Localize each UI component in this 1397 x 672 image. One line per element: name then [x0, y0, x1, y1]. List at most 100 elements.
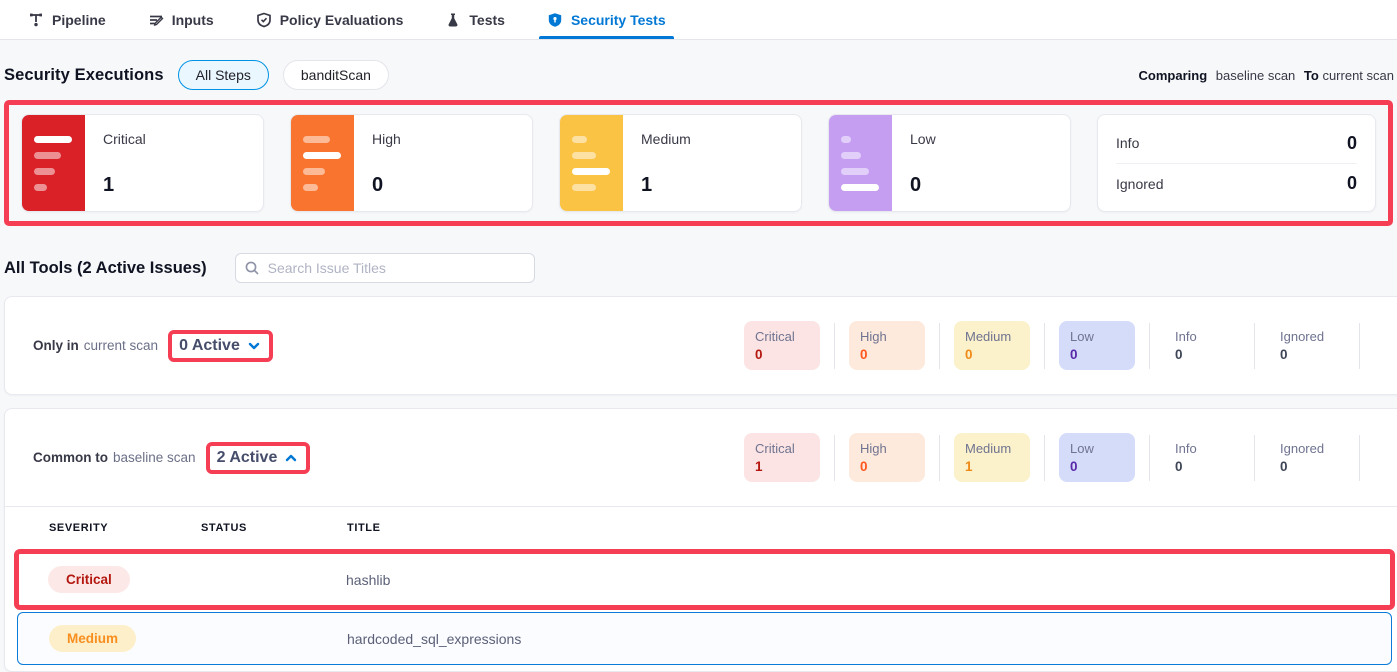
severity-critical-icon [22, 115, 85, 211]
issue-row-selected-outline: Medium hardcoded_sql_expressions [17, 612, 1392, 665]
inputs-icon [148, 12, 164, 28]
active-count-dropdown[interactable]: 0 Active [179, 337, 240, 355]
info-value: 0 [1347, 133, 1357, 154]
card-value: 0 [910, 174, 1052, 197]
tab-label: Inputs [172, 12, 214, 28]
card-value: 1 [641, 174, 783, 197]
chip-divider [1149, 323, 1150, 369]
tab-tests[interactable]: Tests [443, 0, 507, 39]
col-title: TITLE [347, 522, 1384, 534]
chip-divider [1359, 323, 1360, 369]
summary-card-high[interactable]: High 0 [290, 114, 533, 212]
flask-icon [445, 12, 461, 28]
tools-row: All Tools (2 Active Issues) [4, 253, 1393, 283]
chip-divider [1149, 435, 1150, 481]
chip-divider [834, 435, 835, 481]
comparing-prefix: Comparing [1139, 68, 1208, 83]
info-label: Info [1116, 135, 1139, 151]
section-only-in-current-scan: Only in current scan 0 Active Critical 0… [4, 296, 1397, 395]
info-row: Info 0 [1116, 123, 1357, 163]
tab-inputs[interactable]: Inputs [146, 0, 216, 39]
chip-divider [939, 323, 940, 369]
card-value: 0 [372, 174, 514, 197]
annotation-active-dropdown-2: 2 Active [206, 442, 311, 474]
summary-card-info-ignored[interactable]: Info 0 Ignored 0 [1097, 114, 1376, 212]
chip-medium: Medium 0 [954, 321, 1030, 370]
severity-badge: Critical [48, 566, 130, 593]
section-head: Common to baseline scan 2 Active Critica… [5, 409, 1397, 506]
scope-bold: Common to [33, 450, 108, 465]
chip-critical: Critical 1 [744, 433, 820, 482]
chevron-up-icon[interactable] [284, 451, 298, 465]
chip-low: Low 0 [1059, 321, 1135, 370]
pipeline-icon [28, 12, 44, 28]
issue-title: hardcoded_sql_expressions [347, 631, 1391, 647]
chip-medium: Medium 1 [954, 433, 1030, 482]
comparing-to: To [1304, 68, 1319, 83]
scope-bold: Only in [33, 338, 79, 353]
active-count-dropdown[interactable]: 2 Active [217, 449, 278, 467]
section-head: Only in current scan 0 Active Critical 0… [5, 297, 1397, 394]
chip-divider [1044, 435, 1045, 481]
chip-critical: Critical 0 [744, 321, 820, 370]
summary-card-low[interactable]: Low 0 [828, 114, 1071, 212]
chip-divider [1254, 323, 1255, 369]
ignored-value: 0 [1347, 173, 1357, 194]
ignored-label: Ignored [1116, 176, 1163, 192]
scope-rest: baseline scan [113, 450, 196, 465]
security-shield-icon [547, 12, 563, 28]
page-title: Security Executions [4, 66, 164, 85]
chip-divider [1254, 435, 1255, 481]
all-tools-heading: All Tools (2 Active Issues) [4, 259, 207, 278]
col-severity: SEVERITY [49, 522, 201, 534]
chip-divider [1044, 323, 1045, 369]
ignored-row: Ignored 0 [1116, 163, 1357, 203]
severity-low-icon [829, 115, 892, 211]
card-label: High [372, 131, 514, 147]
comparing-text: Comparing baseline scan To current scan [1139, 68, 1397, 83]
issues-table-header: SEVERITY STATUS TITLE [5, 507, 1397, 546]
chip-divider [1359, 435, 1360, 481]
annotation-issue-row-hashlib: Critical hashlib [14, 549, 1395, 610]
card-label: Low [910, 131, 1052, 147]
tab-label: Pipeline [52, 12, 106, 28]
chip-info: Info 0 [1164, 433, 1240, 482]
chip-divider [834, 323, 835, 369]
annotation-summary-cards: Critical 1 High 0 Medium 1 [4, 100, 1393, 226]
chip-info: Info 0 [1164, 321, 1240, 370]
policy-shield-check-icon [256, 12, 272, 28]
issue-row-hashlib[interactable]: Critical hashlib [19, 554, 1390, 605]
chip-ignored: Ignored 0 [1269, 433, 1345, 482]
comparing-baseline[interactable]: baseline scan [1216, 68, 1296, 83]
tab-label: Policy Evaluations [280, 12, 404, 28]
summary-cards-row: Critical 1 High 0 Medium 1 [21, 114, 1376, 212]
severity-high-icon [291, 115, 354, 211]
section-common-to-baseline-scan: Common to baseline scan 2 Active Critica… [4, 408, 1397, 672]
tab-pipeline[interactable]: Pipeline [26, 0, 108, 39]
chip-ignored: Ignored 0 [1269, 321, 1345, 370]
chevron-down-icon[interactable] [247, 339, 261, 353]
issue-title: hashlib [346, 572, 1390, 588]
annotation-active-dropdown-0: 0 Active [168, 330, 273, 362]
search-icon [244, 260, 260, 276]
severity-chips-row: Critical 1 High 0 Medium 1 Low 0 [744, 433, 1374, 482]
tab-policy-evaluations[interactable]: Policy Evaluations [254, 0, 406, 39]
card-label: Critical [103, 131, 245, 147]
chip-high: High 0 [849, 433, 925, 482]
chip-high: High 0 [849, 321, 925, 370]
tab-security-tests[interactable]: Security Tests [545, 0, 668, 39]
tab-label: Tests [469, 12, 505, 28]
col-status: STATUS [201, 522, 347, 534]
card-value: 1 [103, 174, 245, 197]
summary-card-medium[interactable]: Medium 1 [559, 114, 802, 212]
search-input[interactable] [235, 253, 535, 283]
filter-all-steps[interactable]: All Steps [178, 60, 269, 90]
issue-row-hardcoded-sql-expressions[interactable]: Medium hardcoded_sql_expressions [18, 613, 1391, 664]
filter-banditscan[interactable]: banditScan [283, 60, 389, 90]
header-row: Security Executions All Steps banditScan… [4, 60, 1393, 90]
severity-badge: Medium [49, 625, 136, 652]
severity-medium-icon [560, 115, 623, 211]
summary-card-critical[interactable]: Critical 1 [21, 114, 264, 212]
chip-low: Low 0 [1059, 433, 1135, 482]
comparing-current[interactable]: current scan [1322, 68, 1394, 83]
